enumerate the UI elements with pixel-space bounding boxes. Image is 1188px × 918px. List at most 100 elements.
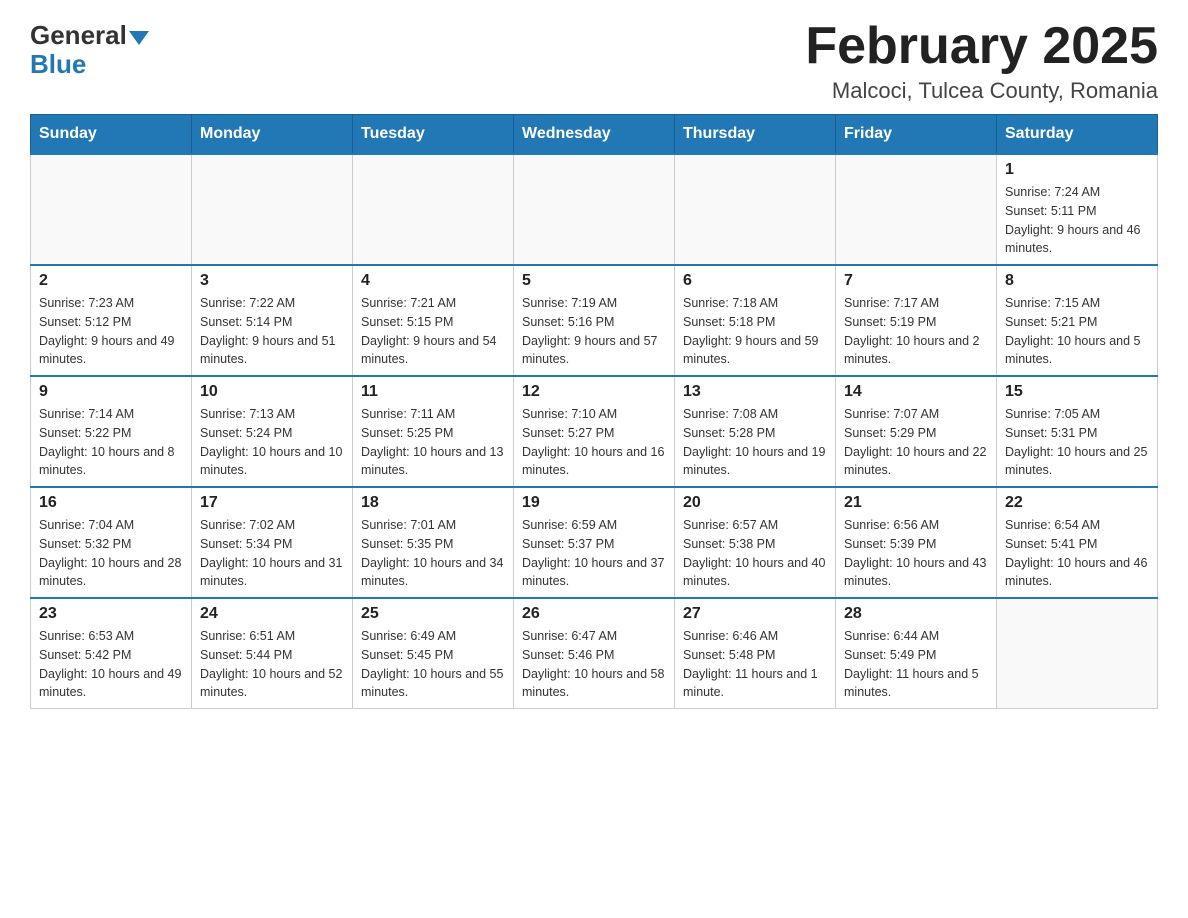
calendar-day-cell: 18 Sunrise: 7:01 AM Sunset: 5:35 PM Dayli…: [353, 487, 514, 598]
calendar-day-header: Friday: [836, 115, 997, 155]
calendar-day-cell: 24 Sunrise: 6:51 AM Sunset: 5:44 PM Dayli…: [192, 598, 353, 709]
day-info: Sunrise: 6:44 AM Sunset: 5:49 PM Dayligh…: [844, 627, 988, 702]
day-info: Sunrise: 7:07 AM Sunset: 5:29 PM Dayligh…: [844, 405, 988, 480]
calendar-day-cell: 5 Sunrise: 7:19 AM Sunset: 5:16 PM Daylig…: [514, 265, 675, 376]
calendar-day-cell: 10Sunrise: 7:13 AM Sunset: 5:24 PM Dayli…: [192, 376, 353, 487]
calendar-day-cell: 12 Sunrise: 7:10 AM Sunset: 5:27 PM Dayli…: [514, 376, 675, 487]
calendar-day-cell: 1 Sunrise: 7:24 AM Sunset: 5:11 PM Daylig…: [997, 154, 1158, 265]
day-info: Sunrise: 6:47 AM Sunset: 5:46 PM Dayligh…: [522, 627, 666, 702]
day-info: Sunrise: 7:05 AM Sunset: 5:31 PM Dayligh…: [1005, 405, 1149, 480]
day-info: Sunrise: 7:02 AM Sunset: 5:34 PM Dayligh…: [200, 516, 344, 591]
day-number: 3: [200, 272, 344, 290]
calendar-day-cell: 4 Sunrise: 7:21 AM Sunset: 5:15 PM Daylig…: [353, 265, 514, 376]
day-info: Sunrise: 7:21 AM Sunset: 5:15 PM Dayligh…: [361, 294, 505, 369]
day-number: 5: [522, 272, 666, 290]
day-number: 22: [1005, 494, 1149, 512]
location-subtitle: Malcoci, Tulcea County, Romania: [805, 78, 1158, 104]
day-number: 1: [1005, 161, 1149, 179]
day-number: 24: [200, 605, 344, 623]
day-number: 7: [844, 272, 988, 290]
calendar-week-row: 2Sunrise: 7:23 AM Sunset: 5:12 PM Daylig…: [31, 265, 1158, 376]
calendar-day-header: Thursday: [675, 115, 836, 155]
calendar-day-cell: 6 Sunrise: 7:18 AM Sunset: 5:18 PM Daylig…: [675, 265, 836, 376]
day-number: 9: [39, 383, 183, 401]
calendar-day-cell: [514, 154, 675, 265]
day-number: 25: [361, 605, 505, 623]
day-info: Sunrise: 7:10 AM Sunset: 5:27 PM Dayligh…: [522, 405, 666, 480]
calendar-day-cell: 26 Sunrise: 6:47 AM Sunset: 5:46 PM Dayli…: [514, 598, 675, 709]
day-info: Sunrise: 7:24 AM Sunset: 5:11 PM Dayligh…: [1005, 183, 1149, 258]
day-info: Sunrise: 7:04 AM Sunset: 5:32 PM Dayligh…: [39, 516, 183, 591]
day-number: 18: [361, 494, 505, 512]
day-number: 21: [844, 494, 988, 512]
day-number: 20: [683, 494, 827, 512]
page-header: General Blue February 2025 Malcoci, Tulc…: [30, 20, 1158, 104]
day-info: Sunrise: 7:19 AM Sunset: 5:16 PM Dayligh…: [522, 294, 666, 369]
calendar-day-cell: 9 Sunrise: 7:14 AM Sunset: 5:22 PM Daylig…: [31, 376, 192, 487]
calendar-day-cell: 14 Sunrise: 7:07 AM Sunset: 5:29 PM Dayli…: [836, 376, 997, 487]
calendar-week-row: 23 Sunrise: 6:53 AM Sunset: 5:42 PM Dayli…: [31, 598, 1158, 709]
calendar-table: SundayMondayTuesdayWednesdayThursdayFrid…: [30, 114, 1158, 709]
day-info: Sunrise: 7:08 AM Sunset: 5:28 PM Dayligh…: [683, 405, 827, 480]
logo-arrow-icon: [129, 31, 149, 45]
logo-blue-text: Blue: [30, 49, 86, 80]
calendar-day-cell: 16 Sunrise: 7:04 AM Sunset: 5:32 PM Dayli…: [31, 487, 192, 598]
calendar-header-row: SundayMondayTuesdayWednesdayThursdayFrid…: [31, 115, 1158, 155]
title-section: February 2025 Malcoci, Tulcea County, Ro…: [805, 20, 1158, 104]
day-info: Sunrise: 7:11 AM Sunset: 5:25 PM Dayligh…: [361, 405, 505, 480]
calendar-day-cell: 21 Sunrise: 6:56 AM Sunset: 5:39 PM Dayli…: [836, 487, 997, 598]
day-info: Sunrise: 7:14 AM Sunset: 5:22 PM Dayligh…: [39, 405, 183, 480]
day-info: Sunrise: 6:57 AM Sunset: 5:38 PM Dayligh…: [683, 516, 827, 591]
day-info: Sunrise: 7:17 AM Sunset: 5:19 PM Dayligh…: [844, 294, 988, 369]
calendar-day-cell: 23 Sunrise: 6:53 AM Sunset: 5:42 PM Dayli…: [31, 598, 192, 709]
day-number: 14: [844, 383, 988, 401]
calendar-day-cell: 7 Sunrise: 7:17 AM Sunset: 5:19 PM Daylig…: [836, 265, 997, 376]
day-info: Sunrise: 7:15 AM Sunset: 5:21 PM Dayligh…: [1005, 294, 1149, 369]
calendar-day-header: Monday: [192, 115, 353, 155]
day-info: Sunrise: 6:59 AM Sunset: 5:37 PM Dayligh…: [522, 516, 666, 591]
day-info: Sunrise: 6:56 AM Sunset: 5:39 PM Dayligh…: [844, 516, 988, 591]
calendar-day-cell: [997, 598, 1158, 709]
calendar-day-cell: 20 Sunrise: 6:57 AM Sunset: 5:38 PM Dayli…: [675, 487, 836, 598]
day-number: 4: [361, 272, 505, 290]
calendar-day-cell: 13 Sunrise: 7:08 AM Sunset: 5:28 PM Dayli…: [675, 376, 836, 487]
calendar-day-cell: 17 Sunrise: 7:02 AM Sunset: 5:34 PM Dayli…: [192, 487, 353, 598]
day-number: 26: [522, 605, 666, 623]
calendar-day-cell: 2Sunrise: 7:23 AM Sunset: 5:12 PM Daylig…: [31, 265, 192, 376]
day-number: 13: [683, 383, 827, 401]
calendar-day-cell: 11Sunrise: 7:11 AM Sunset: 5:25 PM Dayli…: [353, 376, 514, 487]
day-number: 6: [683, 272, 827, 290]
calendar-week-row: 16 Sunrise: 7:04 AM Sunset: 5:32 PM Dayli…: [31, 487, 1158, 598]
calendar-week-row: 9 Sunrise: 7:14 AM Sunset: 5:22 PM Daylig…: [31, 376, 1158, 487]
calendar-day-header: Sunday: [31, 115, 192, 155]
calendar-day-cell: [353, 154, 514, 265]
day-number: 17: [200, 494, 344, 512]
day-number: 19: [522, 494, 666, 512]
day-number: 16: [39, 494, 183, 512]
day-info: Sunrise: 6:51 AM Sunset: 5:44 PM Dayligh…: [200, 627, 344, 702]
day-info: Sunrise: 6:54 AM Sunset: 5:41 PM Dayligh…: [1005, 516, 1149, 591]
calendar-day-header: Wednesday: [514, 115, 675, 155]
day-info: Sunrise: 6:53 AM Sunset: 5:42 PM Dayligh…: [39, 627, 183, 702]
day-number: 23: [39, 605, 183, 623]
day-info: Sunrise: 7:22 AM Sunset: 5:14 PM Dayligh…: [200, 294, 344, 369]
day-info: Sunrise: 6:46 AM Sunset: 5:48 PM Dayligh…: [683, 627, 827, 702]
day-info: Sunrise: 7:23 AM Sunset: 5:12 PM Dayligh…: [39, 294, 183, 369]
day-number: 8: [1005, 272, 1149, 290]
calendar-day-cell: 25 Sunrise: 6:49 AM Sunset: 5:45 PM Dayli…: [353, 598, 514, 709]
calendar-day-header: Tuesday: [353, 115, 514, 155]
day-number: 15: [1005, 383, 1149, 401]
calendar-day-cell: 15 Sunrise: 7:05 AM Sunset: 5:31 PM Dayli…: [997, 376, 1158, 487]
day-number: 27: [683, 605, 827, 623]
calendar-day-cell: 3 Sunrise: 7:22 AM Sunset: 5:14 PM Daylig…: [192, 265, 353, 376]
calendar-day-header: Saturday: [997, 115, 1158, 155]
day-number: 28: [844, 605, 988, 623]
calendar-day-cell: [192, 154, 353, 265]
day-number: 12: [522, 383, 666, 401]
day-info: Sunrise: 7:01 AM Sunset: 5:35 PM Dayligh…: [361, 516, 505, 591]
day-info: Sunrise: 7:18 AM Sunset: 5:18 PM Dayligh…: [683, 294, 827, 369]
logo-top: General: [30, 20, 149, 51]
day-number: 10: [200, 383, 344, 401]
day-info: Sunrise: 6:49 AM Sunset: 5:45 PM Dayligh…: [361, 627, 505, 702]
logo-general-text: General: [30, 20, 127, 51]
